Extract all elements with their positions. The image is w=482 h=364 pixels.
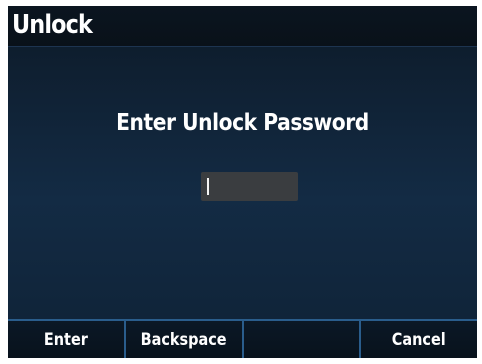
phone-screen: Unlock Enter Unlock Password Enter Backs…: [8, 6, 477, 358]
text-cursor: [207, 178, 209, 195]
title-bar: Unlock: [8, 6, 477, 47]
password-input[interactable]: [201, 172, 298, 201]
cancel-softkey-label: Cancel: [392, 329, 447, 350]
backspace-softkey-label: Backspace: [140, 329, 227, 350]
enter-softkey[interactable]: Enter: [8, 321, 124, 358]
backspace-softkey[interactable]: Backspace: [123, 321, 242, 358]
screen-title: Unlock: [12, 10, 93, 40]
cancel-softkey[interactable]: Cancel: [359, 321, 477, 358]
empty-softkey[interactable]: [241, 321, 360, 358]
enter-softkey-label: Enter: [43, 329, 88, 350]
softkey-bar: Enter Backspace Cancel: [8, 319, 477, 358]
unlock-prompt: Enter Unlock Password: [116, 110, 369, 136]
